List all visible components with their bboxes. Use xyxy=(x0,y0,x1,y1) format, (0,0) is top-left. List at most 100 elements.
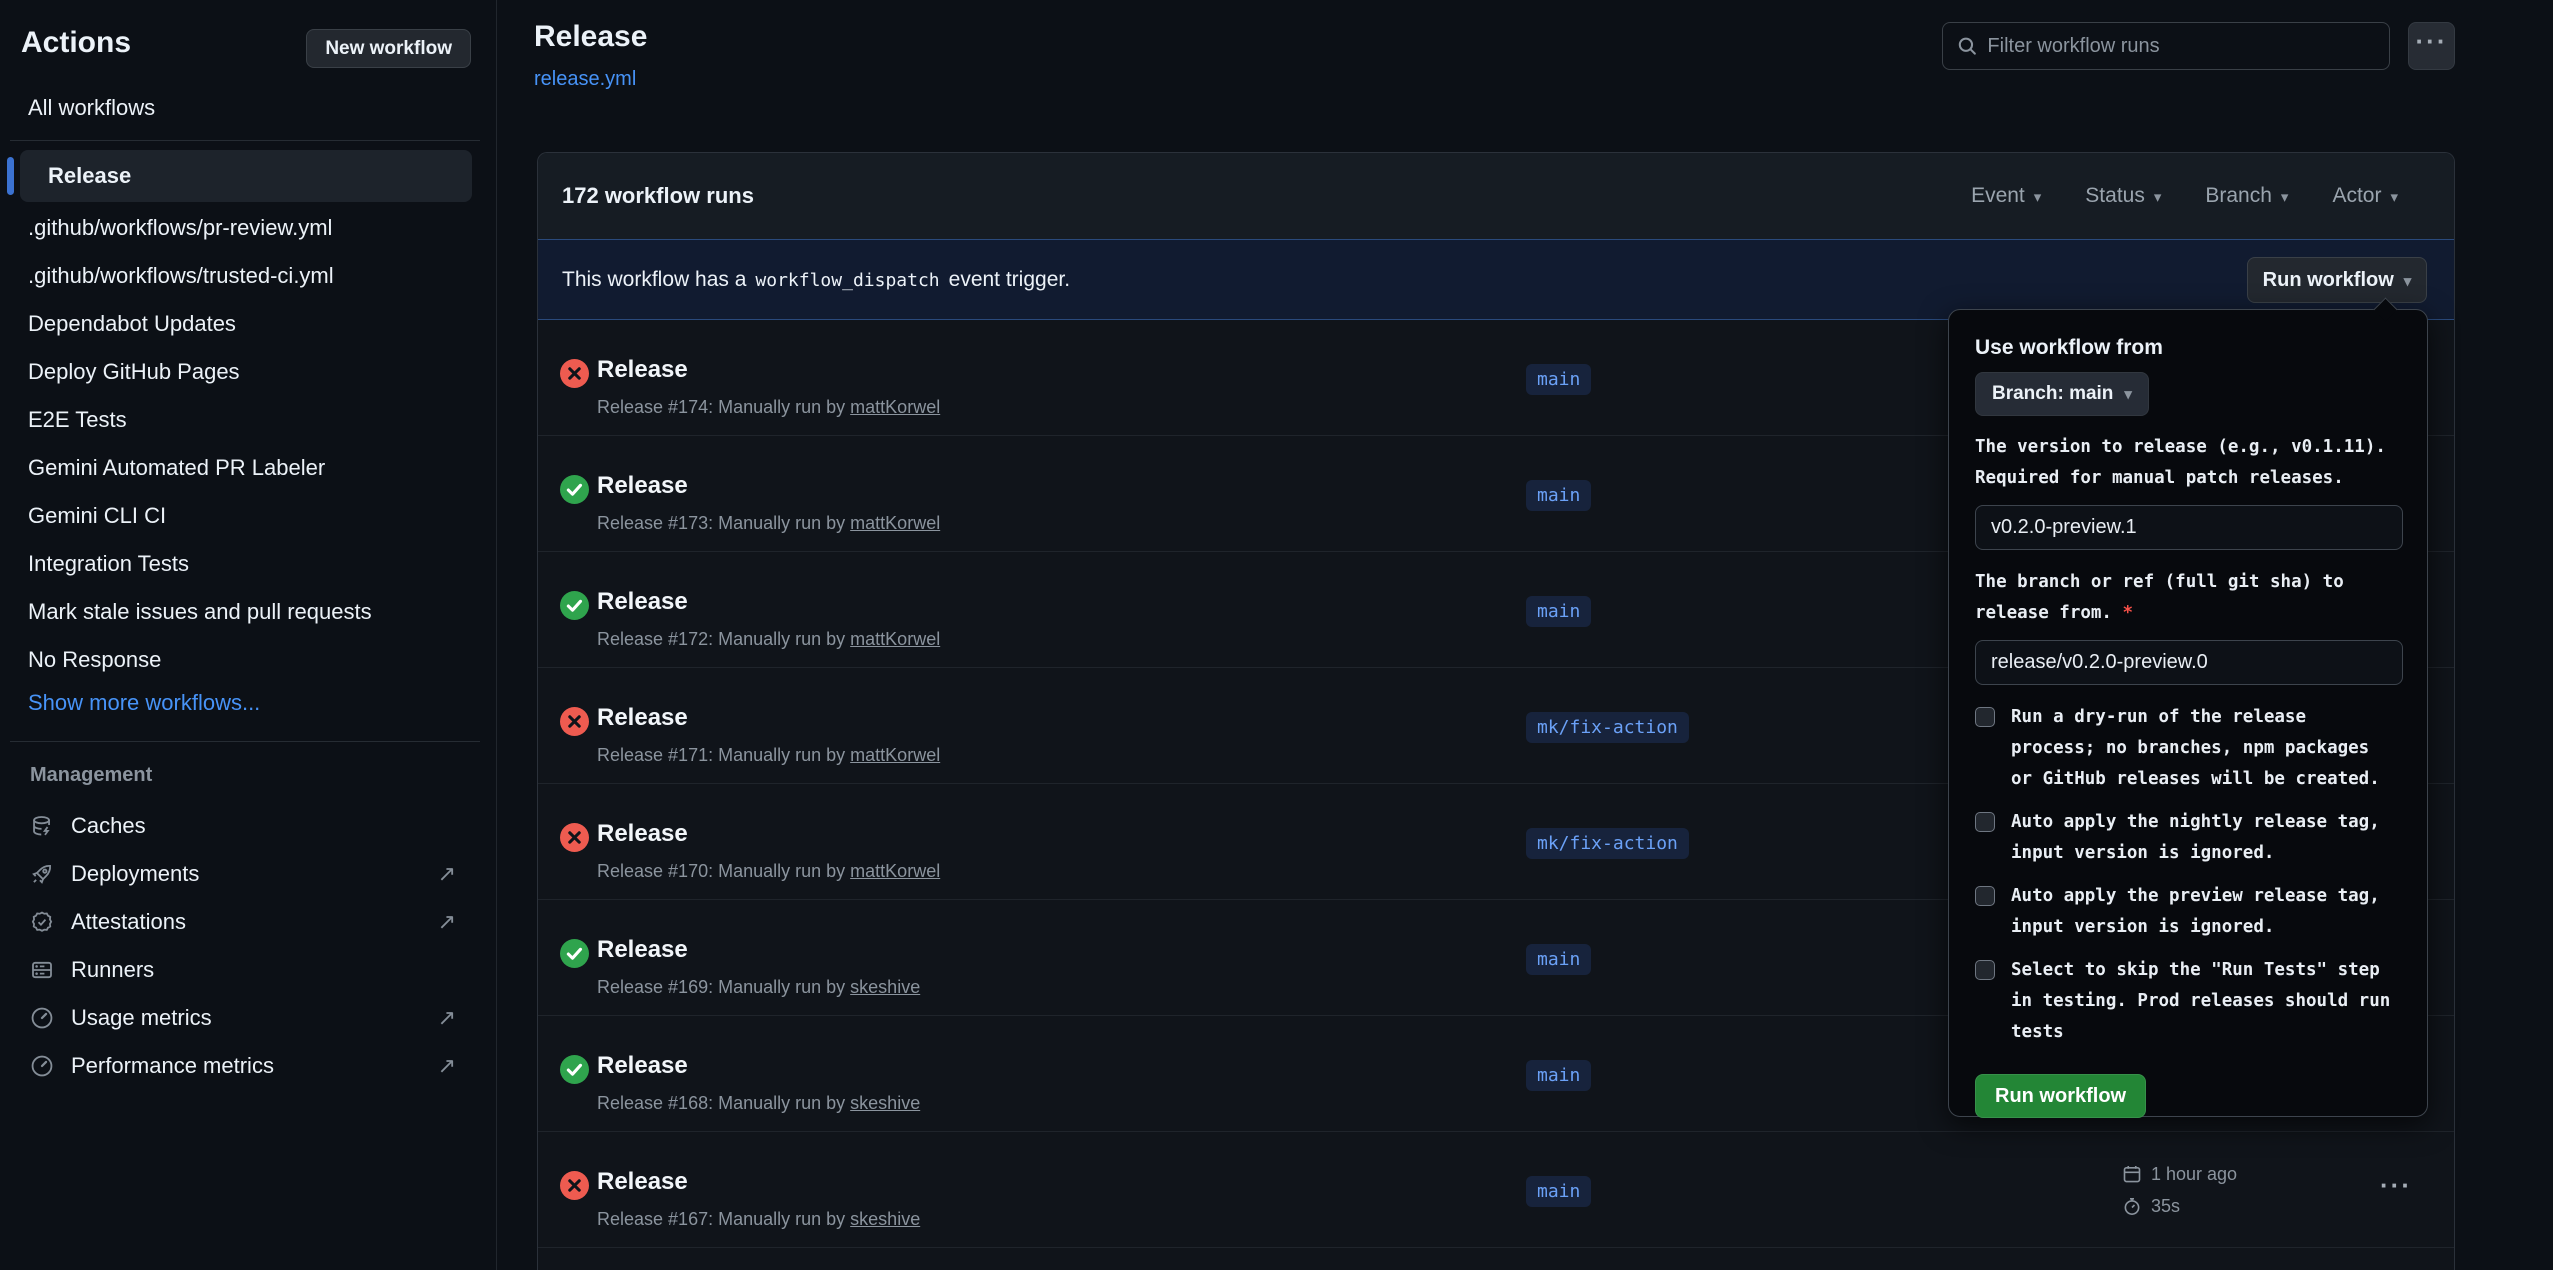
run-description: Release #169: Manually run by skeshive xyxy=(597,977,920,998)
run-actor-link[interactable]: skeshive xyxy=(850,977,920,997)
partial-next-row xyxy=(538,1248,2454,1270)
branch-badge[interactable]: main xyxy=(1526,480,1591,511)
run-actor-link[interactable]: mattKorwel xyxy=(850,397,940,417)
management-section-label: Management xyxy=(30,764,152,787)
run-description: Release #174: Manually run by mattKorwel xyxy=(597,397,940,418)
filter-dropdown[interactable]: Branch xyxy=(2205,184,2288,208)
filter-dropdown-label: Branch xyxy=(2205,184,2272,208)
banner-code: workflow_dispatch xyxy=(755,270,939,291)
workflow-run-row[interactable]: Release Release #167: Manually run by sk… xyxy=(538,1132,2454,1248)
branch-select-button[interactable]: Branch: main xyxy=(1975,372,2149,416)
workflow-item-label: E2E Tests xyxy=(28,407,127,433)
show-more-workflows-link[interactable]: Show more workflows... xyxy=(28,690,260,716)
checkbox[interactable] xyxy=(1975,960,1995,980)
run-description: Release #173: Manually run by mattKorwel xyxy=(597,513,940,534)
run-workflow-dropdown-button[interactable]: Run workflow xyxy=(2247,257,2427,303)
dispatch-checkbox-row: Auto apply the nightly release tag, inpu… xyxy=(1975,807,2401,869)
checkbox[interactable] xyxy=(1975,812,1995,832)
workflow-options-kebab-button[interactable] xyxy=(2408,22,2455,70)
filter-dropdown-label: Status xyxy=(2085,184,2145,208)
management-item[interactable]: Usage metrics ↗ xyxy=(0,994,496,1042)
checkbox[interactable] xyxy=(1975,707,1995,727)
new-workflow-button[interactable]: New workflow xyxy=(306,29,471,68)
sidebar-workflow-item[interactable]: Gemini CLI CI xyxy=(0,492,496,540)
run-title-link[interactable]: Release xyxy=(597,1052,688,1080)
run-title-link[interactable]: Release xyxy=(597,588,688,616)
run-actor-link[interactable]: skeshive xyxy=(850,1093,920,1113)
version-input[interactable] xyxy=(1975,505,2403,550)
run-actor-link[interactable]: mattKorwel xyxy=(850,513,940,533)
sidebar-workflow-item[interactable]: Integration Tests xyxy=(0,540,496,588)
external-link-icon: ↗ xyxy=(438,909,456,935)
management-item-label: Attestations xyxy=(71,909,186,935)
filter-workflow-runs-input[interactable] xyxy=(1987,35,2375,58)
branch-badge[interactable]: main xyxy=(1526,364,1591,395)
checkbox-label: Auto apply the nightly release tag, inpu… xyxy=(2011,807,2393,869)
calendar-icon xyxy=(2122,1164,2142,1184)
run-actor-link[interactable]: mattKorwel xyxy=(850,629,940,649)
success-status-icon xyxy=(560,1055,589,1084)
checkbox[interactable] xyxy=(1975,886,1995,906)
run-title-link[interactable]: Release xyxy=(597,356,688,384)
branch-badge[interactable]: main xyxy=(1526,596,1591,627)
run-description: Release #172: Manually run by mattKorwel xyxy=(597,629,940,650)
sidebar-workflow-item[interactable]: Gemini Automated PR Labeler xyxy=(0,444,496,492)
management-item[interactable]: Runners xyxy=(0,946,496,994)
management-item[interactable]: Deployments ↗ xyxy=(0,850,496,898)
run-title-link[interactable]: Release xyxy=(597,936,688,964)
run-description: Release #167: Manually run by skeshive xyxy=(597,1209,920,1230)
cache-icon xyxy=(30,814,54,838)
management-item[interactable]: Performance metrics ↗ xyxy=(0,1042,496,1090)
sidebar-workflow-item[interactable]: Release xyxy=(20,150,472,202)
run-duration: 35s xyxy=(2151,1196,2180,1217)
run-workflow-submit-button[interactable]: Run workflow xyxy=(1975,1074,2146,1118)
workflow-file-link[interactable]: release.yml xyxy=(534,68,636,91)
filter-dropdown[interactable]: Status xyxy=(2085,184,2161,208)
run-actor-link[interactable]: skeshive xyxy=(850,1209,920,1229)
branch-badge[interactable]: main xyxy=(1526,1176,1591,1207)
sidebar-workflow-item[interactable]: Dependabot Updates xyxy=(0,300,496,348)
stopwatch-icon xyxy=(2122,1196,2142,1216)
sidebar-item-all-workflows[interactable]: All workflows xyxy=(28,95,155,121)
chevron-down-icon xyxy=(2390,184,2398,208)
run-actor-link[interactable]: mattKorwel xyxy=(850,745,940,765)
external-link-icon: ↗ xyxy=(438,861,456,887)
branch-badge[interactable]: mk/fix-action xyxy=(1526,828,1689,859)
search-icon xyxy=(1957,35,1977,57)
management-item-label: Usage metrics xyxy=(71,1005,212,1031)
external-link-icon: ↗ xyxy=(438,1053,456,1079)
filter-dropdown[interactable]: Event xyxy=(1971,184,2041,208)
run-title-link[interactable]: Release xyxy=(597,472,688,500)
sidebar-workflow-item[interactable]: No Response xyxy=(0,636,496,684)
management-item-label: Performance metrics xyxy=(71,1053,274,1079)
runs-filters: Event Status Branch Actor xyxy=(1971,184,2430,208)
runners-server-icon xyxy=(30,958,54,982)
run-title-link[interactable]: Release xyxy=(597,820,688,848)
checkbox-label: Select to skip the "Run Tests" step in t… xyxy=(2011,955,2393,1048)
ref-input[interactable] xyxy=(1975,640,2403,685)
dispatch-checkbox-row: Select to skip the "Run Tests" step in t… xyxy=(1975,955,2401,1048)
run-kebab-button[interactable] xyxy=(2376,1174,2416,1206)
sidebar-workflow-item[interactable]: .github/workflows/trusted-ci.yml xyxy=(0,252,496,300)
divider xyxy=(10,741,480,742)
sidebar-workflow-item[interactable]: E2E Tests xyxy=(0,396,496,444)
failure-status-icon xyxy=(560,707,589,736)
workflow-item-label: Dependabot Updates xyxy=(28,311,236,337)
management-item[interactable]: Caches xyxy=(0,802,496,850)
required-asterisk: * xyxy=(2123,603,2134,623)
management-item[interactable]: Attestations ↗ xyxy=(0,898,496,946)
run-title-link[interactable]: Release xyxy=(597,704,688,732)
sidebar-workflow-item[interactable]: Mark stale issues and pull requests xyxy=(0,588,496,636)
branch-badge[interactable]: main xyxy=(1526,944,1591,975)
branch-badge[interactable]: main xyxy=(1526,1060,1591,1091)
run-actor-link[interactable]: mattKorwel xyxy=(850,861,940,881)
sidebar-workflow-item[interactable]: Deploy GitHub Pages xyxy=(0,348,496,396)
workflow-item-label: Gemini Automated PR Labeler xyxy=(28,455,325,481)
run-title-link[interactable]: Release xyxy=(597,1168,688,1196)
branch-badge[interactable]: mk/fix-action xyxy=(1526,712,1689,743)
runs-header: 172 workflow runs Event Status Branch xyxy=(538,153,2454,239)
sidebar-workflow-item[interactable]: .github/workflows/pr-review.yml xyxy=(0,204,496,252)
banner-prefix: This workflow has a xyxy=(562,268,746,292)
checkbox-label: Auto apply the preview release tag, inpu… xyxy=(2011,881,2393,943)
filter-dropdown[interactable]: Actor xyxy=(2332,184,2398,208)
